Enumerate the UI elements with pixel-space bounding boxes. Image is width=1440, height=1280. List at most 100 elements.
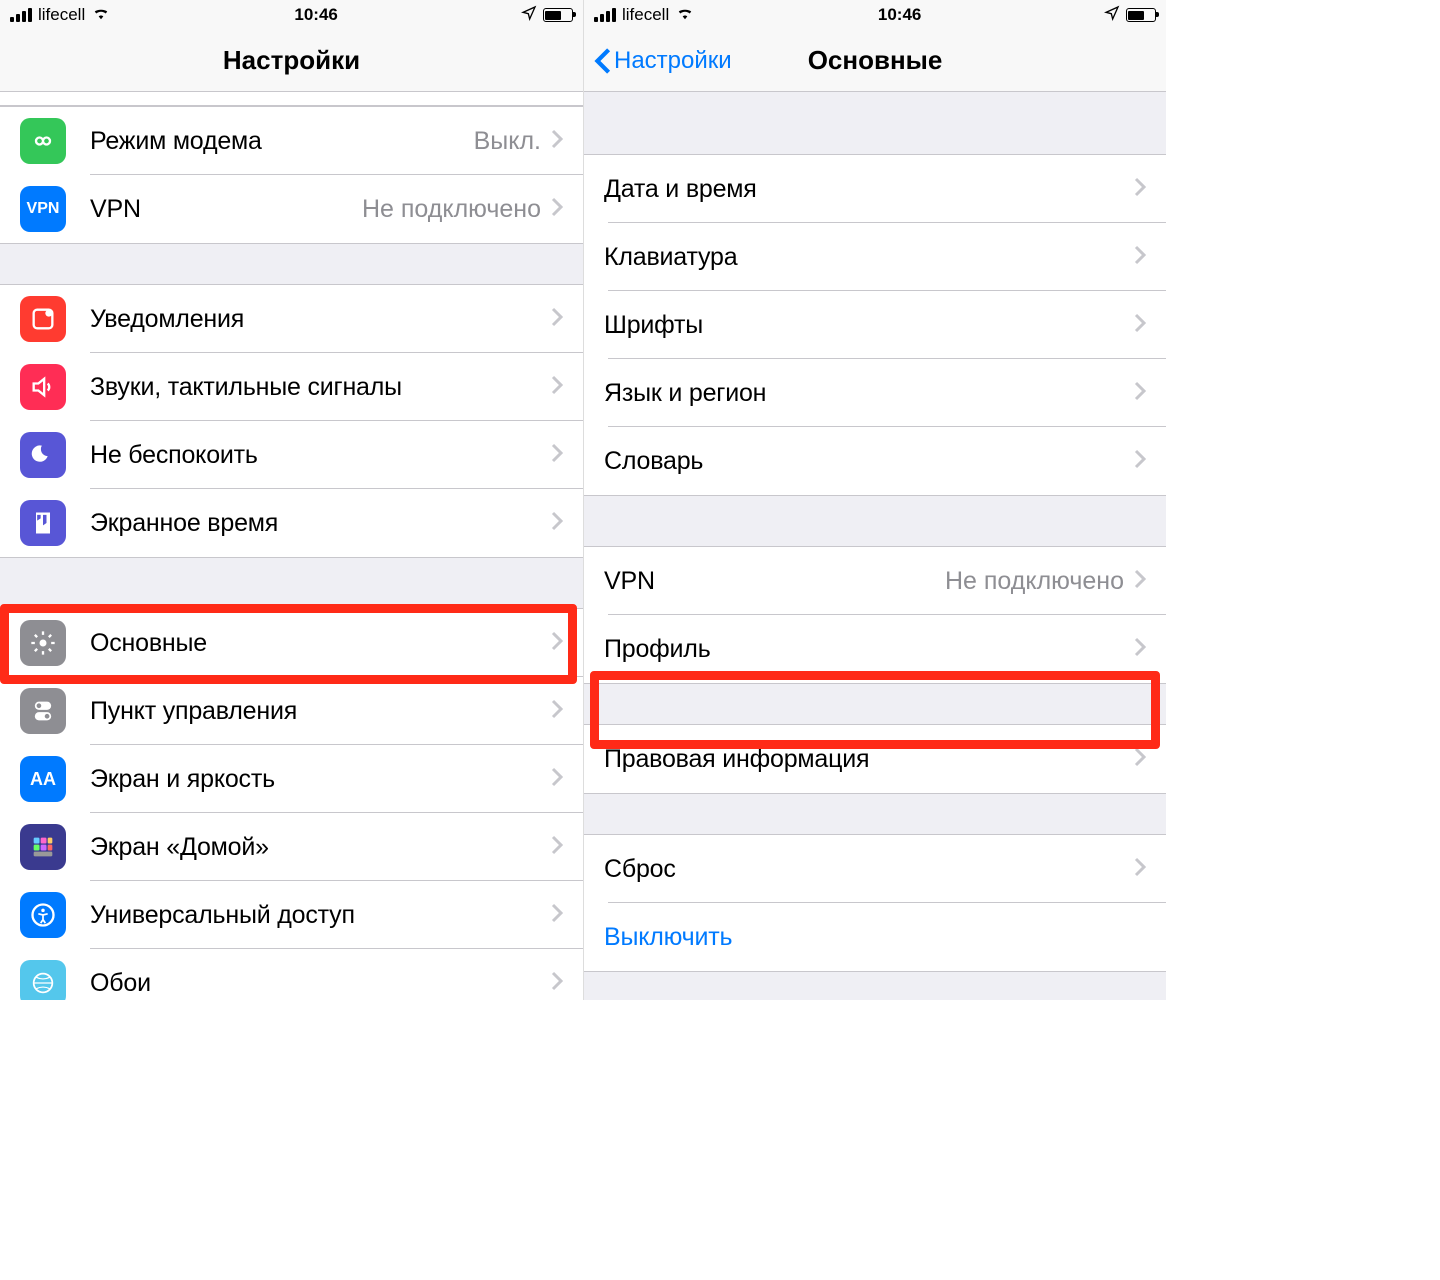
chevron-right-icon xyxy=(551,767,563,792)
battery-icon xyxy=(1126,8,1156,22)
row-label: Звуки, тактильные сигналы xyxy=(90,373,551,402)
row-personal-hotspot[interactable]: Режим модема Выкл. xyxy=(0,107,583,175)
row-display[interactable]: AA Экран и яркость xyxy=(0,745,583,813)
carrier-label: lifecell xyxy=(622,5,669,25)
row-dictionary[interactable]: Словарь xyxy=(584,427,1166,495)
row-label: Шрифты xyxy=(604,311,1134,340)
row-value: Не подключено xyxy=(362,195,541,224)
screentime-icon xyxy=(20,500,66,546)
wallpaper-icon xyxy=(20,960,66,1000)
row-value: Не подключено xyxy=(945,567,1124,596)
row-reset[interactable]: Сброс xyxy=(584,835,1166,903)
row-label: VPN xyxy=(90,195,362,224)
chevron-right-icon xyxy=(551,699,563,724)
wifi-icon xyxy=(91,5,111,25)
chevron-right-icon xyxy=(551,307,563,332)
row-legal[interactable]: Правовая информация xyxy=(584,725,1166,793)
row-control-center[interactable]: Пункт управления xyxy=(0,677,583,745)
nav-header: Настройки xyxy=(0,30,583,92)
chevron-right-icon xyxy=(551,129,563,154)
row-label: Не беспокоить xyxy=(90,441,551,470)
chevron-right-icon xyxy=(551,835,563,860)
chevron-right-icon xyxy=(1134,569,1146,594)
row-label: Режим модема xyxy=(90,127,474,156)
chevron-right-icon xyxy=(1134,747,1146,772)
row-label: Сброс xyxy=(604,855,1134,884)
row-label: Профиль xyxy=(604,635,1134,664)
signal-icon xyxy=(594,8,616,22)
row-label: Уведомления xyxy=(90,305,551,334)
chevron-right-icon xyxy=(551,375,563,400)
row-label: Экран и яркость xyxy=(90,765,551,794)
row-label: Экран «Домой» xyxy=(90,833,551,862)
row-home-screen[interactable]: Экран «Домой» xyxy=(0,813,583,881)
row-vpn[interactable]: VPN VPN Не подключено xyxy=(0,175,583,243)
row-sounds[interactable]: Звуки, тактильные сигналы xyxy=(0,353,583,421)
phone-left: lifecell 10:46 Настройки Режим модема Вы… xyxy=(0,0,583,1000)
hotspot-icon xyxy=(20,118,66,164)
row-date-time[interactable]: Дата и время xyxy=(584,155,1166,223)
row-shutdown[interactable]: Выключить xyxy=(584,903,1166,971)
row-label: Правовая информация xyxy=(604,745,1134,774)
location-icon xyxy=(1104,5,1120,26)
chevron-right-icon xyxy=(551,971,563,996)
chevron-right-icon xyxy=(1134,637,1146,662)
back-label: Настройки xyxy=(614,47,732,75)
chevron-right-icon xyxy=(1134,381,1146,406)
row-profile[interactable]: Профиль xyxy=(584,615,1166,683)
row-vpn[interactable]: VPN Не подключено xyxy=(584,547,1166,615)
accessibility-icon xyxy=(20,892,66,938)
notifications-icon xyxy=(20,296,66,342)
status-bar: lifecell 10:46 xyxy=(584,0,1166,30)
carrier-label: lifecell xyxy=(38,5,85,25)
section-input: Дата и время Клавиатура Шрифты Язык и ре… xyxy=(584,154,1166,496)
control-center-icon xyxy=(20,688,66,734)
chevron-right-icon xyxy=(1134,857,1146,882)
chevron-right-icon xyxy=(551,443,563,468)
section-system: Основные Пункт управления AA Экран и ярк… xyxy=(0,608,583,1000)
wifi-icon xyxy=(675,5,695,25)
nav-header: Настройки Основные xyxy=(584,30,1166,92)
row-accessibility[interactable]: Универсальный доступ xyxy=(0,881,583,949)
chevron-right-icon xyxy=(1134,177,1146,202)
row-label: Язык и регион xyxy=(604,379,1134,408)
home-screen-icon xyxy=(20,824,66,870)
display-icon: AA xyxy=(20,756,66,802)
chevron-right-icon xyxy=(551,631,563,656)
row-label: Обои xyxy=(90,969,551,998)
row-label: Клавиатура xyxy=(604,243,1134,272)
row-label: Словарь xyxy=(604,447,1134,476)
dnd-icon xyxy=(20,432,66,478)
section-reset: Сброс Выключить xyxy=(584,834,1166,972)
row-language[interactable]: Язык и регион xyxy=(584,359,1166,427)
clock: 10:46 xyxy=(878,5,921,25)
phone-right: lifecell 10:46 Настройки Основные Дата и… xyxy=(583,0,1166,1000)
chevron-right-icon xyxy=(551,511,563,536)
signal-icon xyxy=(10,8,32,22)
section-legal: Правовая информация xyxy=(584,724,1166,794)
battery-icon xyxy=(543,8,573,22)
row-do-not-disturb[interactable]: Не беспокоить xyxy=(0,421,583,489)
chevron-right-icon xyxy=(1134,245,1146,270)
row-notifications[interactable]: Уведомления xyxy=(0,285,583,353)
page-title: Основные xyxy=(808,45,943,76)
row-screen-time[interactable]: Экранное время xyxy=(0,489,583,557)
page-title: Настройки xyxy=(223,45,360,76)
row-label: Основные xyxy=(90,629,551,658)
row-general[interactable]: Основные xyxy=(0,609,583,677)
location-icon xyxy=(521,5,537,26)
row-label: Пункт управления xyxy=(90,697,551,726)
vpn-icon: VPN xyxy=(20,186,66,232)
row-label: Дата и время xyxy=(604,175,1134,204)
row-label: Экранное время xyxy=(90,509,551,538)
chevron-right-icon xyxy=(1134,313,1146,338)
status-bar: lifecell 10:46 xyxy=(0,0,583,30)
sounds-icon xyxy=(20,364,66,410)
row-keyboard[interactable]: Клавиатура xyxy=(584,223,1166,291)
chevron-right-icon xyxy=(551,197,563,222)
chevron-right-icon xyxy=(1134,449,1146,474)
section-connectivity: Режим модема Выкл. VPN VPN Не подключено xyxy=(0,106,583,244)
row-wallpaper[interactable]: Обои xyxy=(0,949,583,1000)
row-fonts[interactable]: Шрифты xyxy=(584,291,1166,359)
back-button[interactable]: Настройки xyxy=(594,47,732,75)
